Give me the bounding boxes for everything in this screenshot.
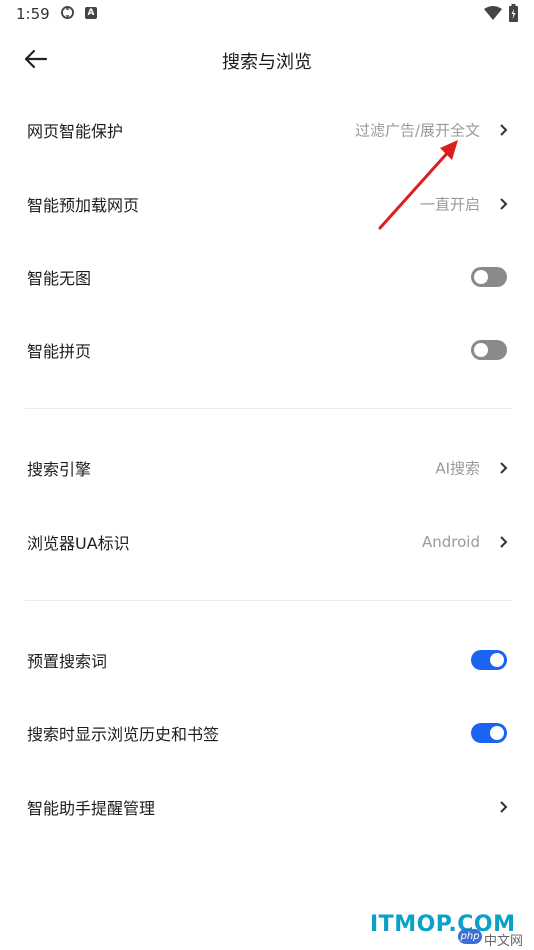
row-value: AI搜索	[435, 459, 480, 478]
sync-icon	[61, 6, 74, 19]
status-time: 1:59	[16, 5, 50, 23]
preset-words-toggle[interactable]	[471, 650, 507, 670]
row-assistant-reminder[interactable]: 智能助手提醒管理	[0, 777, 534, 837]
watermark-subtext: 中文网	[484, 934, 524, 949]
page-join-toggle[interactable]	[471, 340, 507, 360]
row-label: 预置搜索词	[27, 652, 108, 671]
row-label: 智能预加载网页	[27, 196, 140, 215]
battery-icon	[509, 4, 518, 22]
row-label: 浏览器UA标识	[27, 534, 130, 553]
header: 搜索与浏览	[0, 36, 534, 82]
section-divider	[25, 600, 512, 601]
row-value: Android	[422, 533, 480, 551]
row-label: 智能拼页	[27, 342, 92, 361]
chevron-right-icon	[500, 198, 508, 210]
row-preset-words: 预置搜索词	[0, 630, 534, 690]
toggle-knob	[474, 270, 488, 284]
row-no-image: 智能无图	[0, 247, 534, 307]
wifi-icon	[484, 6, 502, 20]
row-label: 智能助手提醒管理	[27, 799, 156, 818]
toggle-knob	[474, 343, 488, 357]
no-image-toggle[interactable]	[471, 267, 507, 287]
row-browser-ua[interactable]: 浏览器UA标识 Android	[0, 512, 534, 572]
row-page-join: 智能拼页	[0, 320, 534, 380]
chevron-right-icon	[500, 124, 508, 136]
status-bar: 1:59 A	[0, 0, 534, 28]
row-label: 网页智能保护	[27, 122, 124, 141]
row-show-history: 搜索时显示浏览历史和书签	[0, 703, 534, 763]
annotation-arrow-icon	[378, 140, 458, 230]
show-history-toggle[interactable]	[471, 723, 507, 743]
row-label: 搜索时显示浏览历史和书签	[27, 725, 220, 744]
row-label: 搜索引擎	[27, 460, 92, 479]
notification-icon: A	[85, 7, 97, 19]
section-divider	[25, 408, 512, 409]
chevron-right-icon	[500, 462, 508, 474]
row-label: 智能无图	[27, 269, 92, 288]
chevron-right-icon	[500, 536, 508, 548]
toggle-knob	[490, 653, 504, 667]
watermark-badge: php	[458, 929, 482, 944]
chevron-right-icon	[500, 801, 508, 813]
row-search-engine[interactable]: 搜索引擎 AI搜索	[0, 438, 534, 498]
page-title: 搜索与浏览	[222, 52, 312, 73]
toggle-knob	[490, 726, 504, 740]
